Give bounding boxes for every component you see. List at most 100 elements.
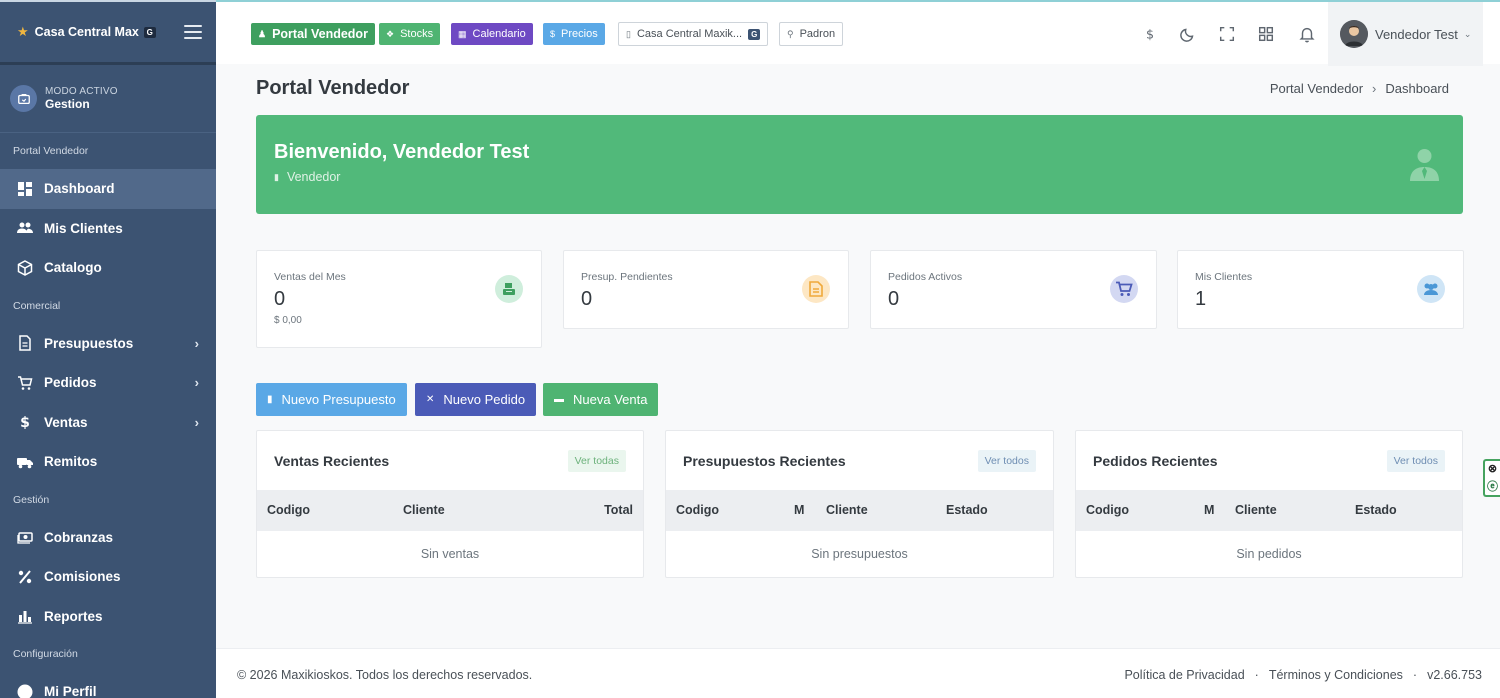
column-header[interactable]: Codigo [676, 503, 719, 517]
users-icon [1417, 275, 1445, 303]
action-label: Nueva Venta [573, 392, 648, 407]
floating-widget[interactable]: ⊗ ⓔ [1483, 459, 1500, 497]
page-title: Portal Vendedor [256, 77, 410, 99]
welcome-role: ▮ Vendedor [274, 170, 1445, 184]
view-all-link[interactable]: Ver todas [567, 449, 626, 472]
sidebar-item-label: Mis Clientes [44, 220, 123, 236]
brand-name[interactable]: Casa Central Maxik... [35, 25, 139, 39]
action-label: Nuevo Presupuesto [281, 392, 396, 407]
moon-icon[interactable] [1178, 24, 1198, 44]
view-all-link[interactable]: Ver todos [977, 449, 1036, 472]
column-header[interactable]: Cliente [1235, 503, 1277, 517]
copyright: © 2026 Maxikioskos. Todos los derechos r… [237, 668, 533, 682]
separator: · [1254, 668, 1259, 682]
new-pedido-button[interactable]: ✕ Nuevo Pedido [415, 383, 537, 416]
column-header[interactable]: Cliente [826, 503, 868, 517]
sidebar-item-cobranzas[interactable]: Cobranzas [0, 518, 216, 558]
stocks-label: Stocks [400, 28, 434, 40]
active-mode[interactable]: MODO ACTIVO Gestion [0, 65, 216, 133]
padron-button[interactable]: ⚲ Padron [779, 22, 844, 46]
new-presupuesto-button[interactable]: ▮ Nuevo Presupuesto [256, 383, 407, 416]
precios-button[interactable]: $ Precios [543, 23, 605, 45]
version: v2.66.753 [1427, 668, 1482, 682]
e-circle-icon[interactable]: ⓔ [1487, 478, 1498, 494]
sidebar-item-label: Cobranzas [44, 529, 114, 545]
chevron-right-icon: › [194, 375, 199, 391]
user-menu[interactable]: Vendedor Test ⌄ [1328, 2, 1483, 66]
view-all-link[interactable]: Ver todos [1386, 449, 1445, 472]
column-header[interactable]: M [794, 503, 804, 517]
menu-toggle-icon[interactable] [184, 25, 202, 39]
cart-icon [18, 376, 33, 390]
cart-icon [1110, 275, 1138, 303]
card-title: Presupuestos Recientes [683, 452, 846, 469]
padron-label: Padron [799, 28, 836, 40]
table-header: Codigo Cliente Total [257, 490, 643, 531]
column-header[interactable]: Estado [946, 503, 988, 517]
store-selector[interactable]: ▯ Casa Central Maxik... G [618, 22, 769, 46]
breadcrumb-separator-icon: › [1372, 81, 1377, 96]
sidebar-item-presupuestos[interactable]: Presupuestos › [0, 324, 216, 364]
sidebar-item-catalogo[interactable]: Catalogo [0, 248, 216, 288]
welcome-title: Bienvenido, Vendedor Test [274, 141, 530, 163]
card-ventas-recientes: Ventas Recientes Ver todas Codigo Client… [256, 430, 644, 578]
stat-value: 0 [581, 288, 593, 310]
portal-vendedor-button[interactable]: ♟ Portal Vendedor [251, 23, 375, 45]
apps-grid-icon[interactable] [1256, 24, 1276, 44]
role-label: Vendedor [286, 170, 341, 184]
footer-links: Política de Privacidad · Términos y Condic… [1124, 668, 1482, 682]
sidebar-item-pedidos[interactable]: Pedidos › [0, 363, 216, 403]
stat-value: 0 [888, 288, 900, 310]
mode-value: Gestion [45, 97, 90, 111]
users-icon [17, 222, 33, 234]
table-header: Codigo M Cliente Estado [1076, 490, 1462, 531]
column-header[interactable]: Estado [1355, 503, 1397, 517]
section-comercial: Comercial [13, 299, 61, 312]
id-badge-icon: ▮ [274, 171, 279, 182]
stat-label: Ventas del Mes [274, 271, 346, 283]
column-header[interactable]: Codigo [1086, 503, 1129, 517]
new-venta-button[interactable]: ▬ Nueva Venta [543, 383, 659, 416]
close-circle-icon[interactable]: ⊗ [1488, 462, 1497, 475]
top-bar: ♟ Portal Vendedor ❖ Stocks ▦ Calendario … [216, 0, 1500, 66]
sidebar-item-comisiones[interactable]: Comisiones [0, 557, 216, 597]
calendar-icon: ▦ [458, 28, 467, 39]
sidebar-item-remitos[interactable]: Remitos [0, 442, 216, 482]
column-header[interactable]: Total [604, 503, 633, 517]
calendario-button[interactable]: ▦ Calendario [451, 23, 533, 45]
sidebar: ★ Casa Central Maxik... G MODO ACTIVO Ge… [0, 0, 216, 698]
bell-icon[interactable] [1297, 24, 1317, 44]
sidebar-item-dashboard[interactable]: Dashboard [0, 169, 216, 209]
stat-label: Mis Clientes [1195, 271, 1253, 283]
user-search-icon: ⚲ [787, 28, 794, 39]
svg-text:$: $ [20, 415, 30, 430]
column-header[interactable]: Cliente [403, 503, 445, 517]
sidebar-item-clientes[interactable]: Mis Clientes [0, 209, 216, 249]
dollar-icon: $ [550, 29, 556, 39]
star-icon: ★ [17, 24, 29, 39]
column-header[interactable]: M [1204, 503, 1214, 517]
sidebar-item-reportes[interactable]: Reportes [0, 597, 216, 637]
sidebar-item-label: Comisiones [44, 569, 121, 585]
store-badge: G [748, 28, 761, 40]
user-tie-icon: ♟ [258, 28, 267, 39]
stat-card-pedidos: Pedidos Activos 0 [870, 250, 1157, 329]
terms-link[interactable]: Términos y Condiciones [1269, 668, 1403, 682]
column-header[interactable]: Codigo [267, 503, 310, 517]
stocks-button[interactable]: ❖ Stocks [379, 23, 441, 45]
stat-value: 1 [1195, 288, 1207, 310]
cart-plus-icon: ✕ [426, 394, 435, 405]
bar-chart-icon [18, 611, 32, 624]
stat-subvalue: $ 0,00 [274, 315, 302, 326]
privacy-link[interactable]: Política de Privacidad [1124, 668, 1244, 682]
fullscreen-icon[interactable] [1217, 24, 1237, 44]
currency-icon[interactable]: $ [1140, 24, 1160, 44]
sidebar-item-label: Mi Perfil [44, 684, 97, 698]
sidebar-item-ventas[interactable]: $ Ventas › [0, 403, 216, 443]
breadcrumb-item-portal[interactable]: Portal Vendedor [1270, 81, 1363, 96]
portal-label: Portal Vendedor [272, 27, 368, 41]
cash-icon [17, 532, 33, 544]
sidebar-item-perfil[interactable]: Mi Perfil [0, 672, 216, 698]
empty-message: Sin pedidos [1236, 547, 1302, 561]
chevron-right-icon: › [194, 414, 199, 430]
